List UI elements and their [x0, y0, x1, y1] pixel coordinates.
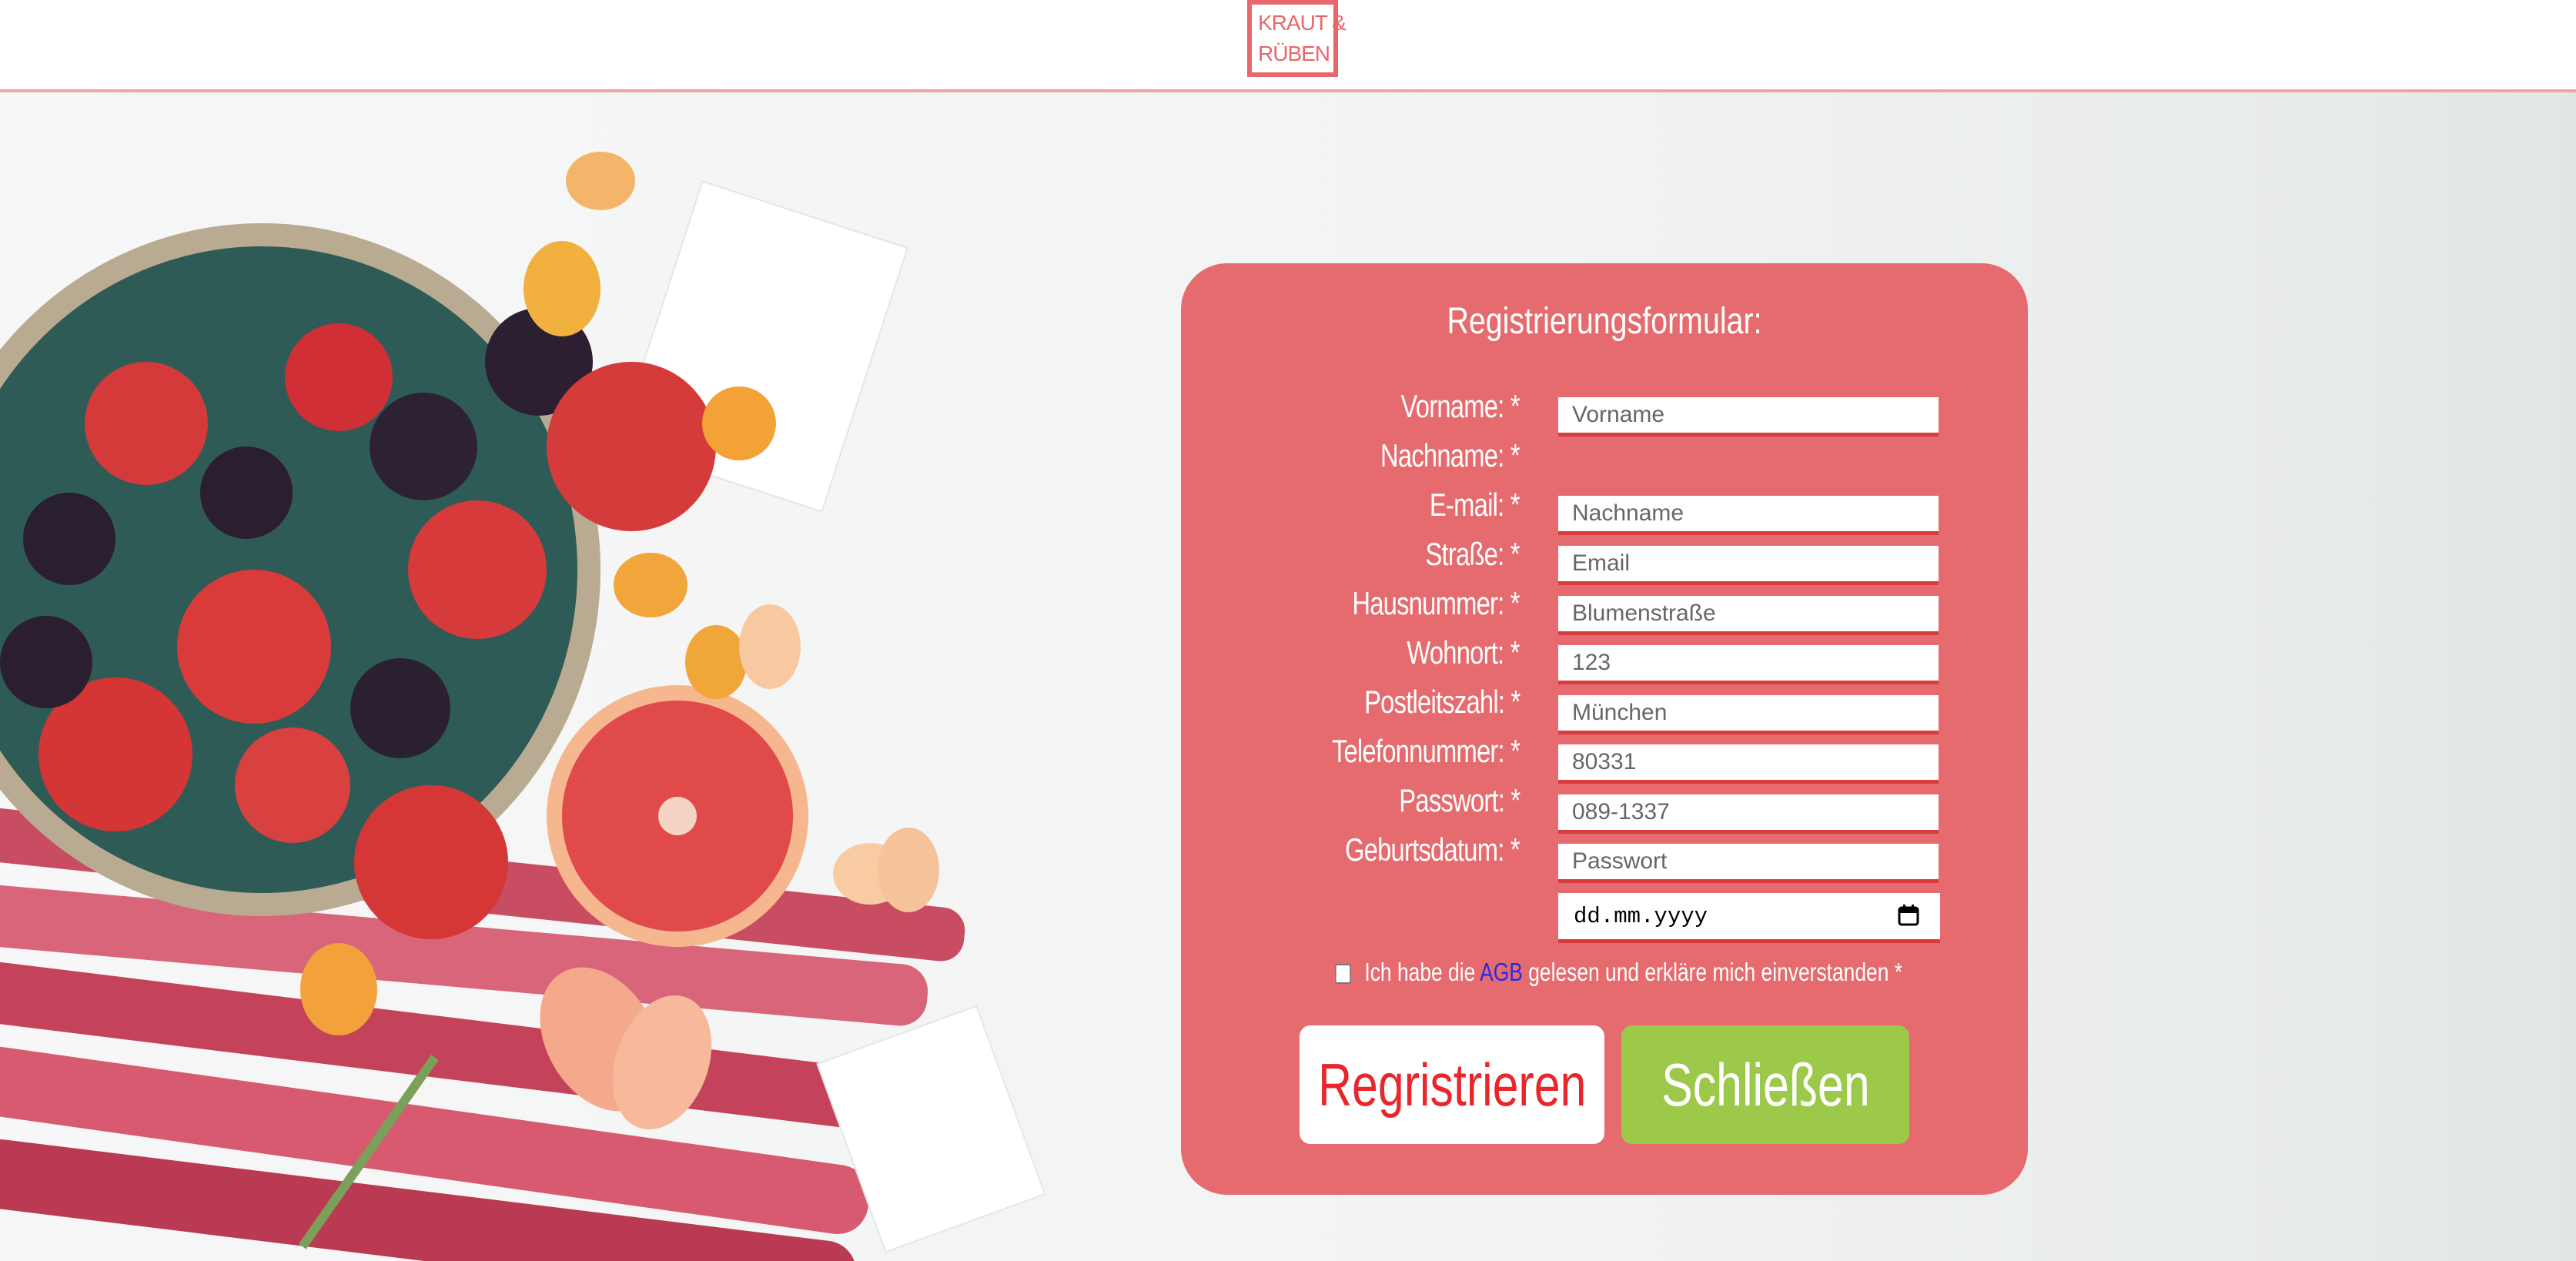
nachname-input[interactable]	[1558, 496, 1939, 535]
logo-line-2: RÜBEN	[1258, 42, 1330, 65]
label-email: E-mail: *	[1430, 487, 1521, 523]
geburtsdatum-input[interactable]: dd.mm.yyyy	[1558, 893, 1940, 943]
postleitzahl-input[interactable]	[1558, 744, 1939, 784]
agb-text-before: Ich habe die	[1364, 958, 1476, 986]
form-title: Registrierungsformular:	[1447, 301, 1762, 342]
agb-link[interactable]: AGB	[1480, 958, 1523, 986]
label-strasse: Straße: *	[1425, 536, 1521, 572]
strasse-input[interactable]	[1558, 596, 1939, 635]
label-geburtsdatum: Geburtsdatum: *	[1345, 831, 1521, 868]
register-button[interactable]: Regristrieren	[1300, 1025, 1604, 1144]
calendar-icon[interactable]	[1897, 904, 1920, 927]
agb-text-after: gelesen und erkläre mich einverstanden *	[1528, 958, 1902, 986]
register-button-label: Regristrieren	[1317, 1050, 1587, 1119]
label-passwort: Passwort: *	[1398, 782, 1521, 818]
logo-line-1: KRAUT &	[1258, 11, 1347, 35]
label-vorname: Vorname: *	[1400, 388, 1521, 424]
label-telefonnummer: Telefonnummer: *	[1331, 733, 1521, 769]
passwort-input[interactable]	[1558, 844, 1939, 883]
vorname-input[interactable]	[1558, 397, 1939, 436]
email-input[interactable]	[1558, 546, 1939, 585]
hausnummer-input[interactable]	[1558, 645, 1939, 684]
label-postleitzahl: Postleitszahl: *	[1363, 684, 1521, 720]
close-button-label: Schließen	[1661, 1050, 1870, 1119]
header: KRAUT & RÜBEN	[0, 0, 2576, 92]
registration-form: Registrierungsformular: Vorname: * Nachn…	[1181, 263, 2028, 1195]
label-hausnummer: Hausnummer: *	[1352, 585, 1521, 621]
agb-consent: Ich habe die AGB gelesen und erkläre mic…	[1335, 958, 1902, 987]
logo[interactable]: KRAUT & RÜBEN	[1247, 0, 1347, 77]
agb-checkbox[interactable]	[1335, 964, 1351, 985]
food-photo	[0, 152, 1046, 1261]
date-placeholder: dd.mm.yyyy	[1574, 903, 1708, 929]
telefonnummer-input[interactable]	[1558, 794, 1939, 834]
close-button[interactable]: Schließen	[1621, 1025, 1909, 1144]
label-nachname: Nachname: *	[1380, 437, 1521, 473]
label-wohnort: Wohnort: *	[1407, 634, 1521, 671]
wohnort-input[interactable]	[1558, 695, 1939, 734]
